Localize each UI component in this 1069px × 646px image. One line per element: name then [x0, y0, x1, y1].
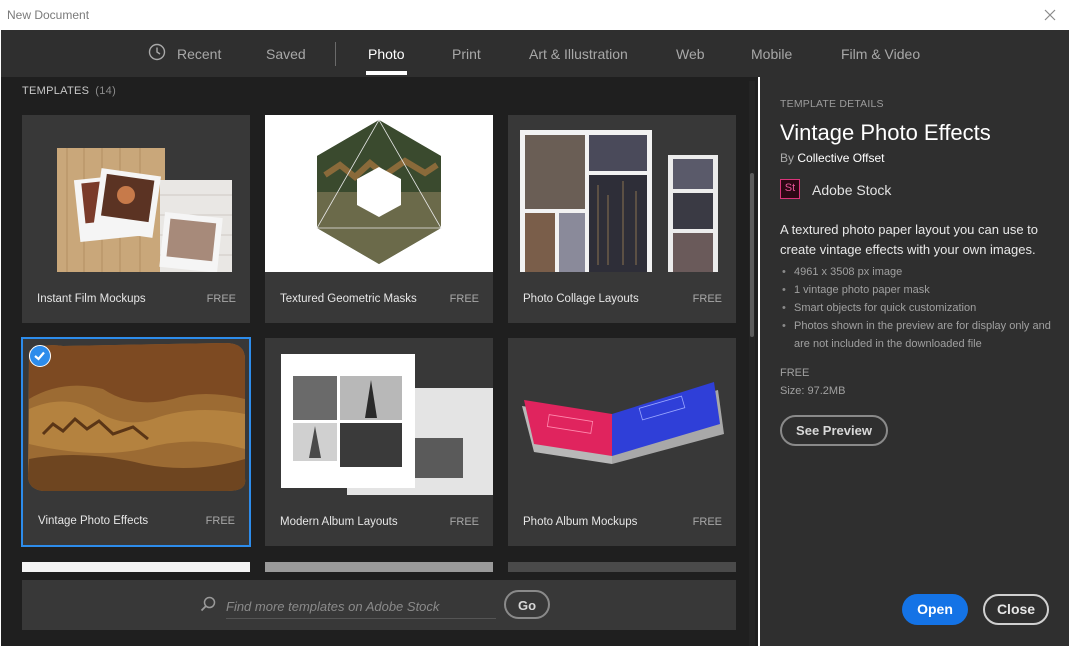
details-title: Vintage Photo Effects — [780, 120, 991, 145]
template-name: Photo Collage Layouts — [523, 293, 639, 305]
window-title: New Document — [7, 8, 90, 22]
template-name: Textured Geometric Masks — [280, 293, 417, 305]
template-price: FREE — [449, 293, 479, 305]
author-name: Collective Offset — [797, 151, 885, 165]
details-price: FREE — [780, 367, 810, 379]
template-card-instant-film[interactable]: Instant Film Mockups FREE — [22, 115, 250, 323]
template-card-partial[interactable] — [22, 562, 250, 572]
stock-search-input[interactable] — [226, 594, 496, 619]
templates-heading-label: TEMPLATES — [22, 85, 90, 97]
adobe-stock-icon: St — [780, 179, 800, 199]
go-button[interactable]: Go — [504, 590, 550, 619]
template-thumbnail — [508, 115, 736, 272]
template-name: Photo Album Mockups — [523, 516, 638, 528]
templates-pane: TEMPLATES (14) Instant Film Mockups FREE — [1, 77, 758, 646]
template-price: FREE — [449, 516, 479, 528]
template-name: Modern Album Layouts — [280, 516, 398, 528]
details-description: A textured photo paper layout you can us… — [780, 222, 1039, 257]
tab-film-video[interactable]: Film & Video — [841, 46, 920, 62]
templates-scrollbar[interactable] — [749, 81, 755, 646]
details-feature-list: 4961 x 3508 px image 1 vintage photo pap… — [780, 263, 1065, 353]
details-size: Size: 97.2MB — [780, 385, 846, 397]
active-tab-indicator — [366, 71, 407, 75]
close-button[interactable]: Close — [983, 594, 1049, 625]
template-card-photo-album[interactable]: Photo Album Mockups FREE — [508, 338, 736, 546]
template-name: Vintage Photo Effects — [38, 515, 149, 527]
selected-checkmark-icon — [29, 345, 51, 367]
feature-item: Photos shown in the preview are for disp… — [780, 317, 1065, 353]
template-price: FREE — [206, 293, 236, 305]
feature-item: 1 vintage photo paper mask — [780, 281, 1065, 299]
template-card-photo-collage[interactable]: Photo Collage Layouts FREE — [508, 115, 736, 323]
tab-print[interactable]: Print — [452, 46, 481, 62]
templates-count: (14) — [95, 85, 117, 97]
stock-search-bar: Go — [22, 580, 736, 630]
template-thumbnail — [22, 115, 250, 272]
template-card-partial[interactable] — [265, 562, 493, 572]
stock-source-label: Adobe Stock — [812, 182, 892, 198]
details-author: By Collective Offset — [780, 151, 885, 165]
tab-divider — [335, 42, 336, 66]
feature-item: 4961 x 3508 px image — [780, 263, 1065, 281]
tab-saved[interactable]: Saved — [266, 46, 306, 62]
details-heading: TEMPLATE DETAILS — [780, 98, 884, 110]
template-card-partial[interactable] — [508, 562, 736, 572]
templates-heading: TEMPLATES (14) — [22, 85, 116, 97]
tab-web[interactable]: Web — [676, 46, 705, 62]
template-thumbnail — [265, 338, 493, 495]
tab-recent[interactable]: Recent — [177, 46, 221, 62]
template-thumbnail — [265, 115, 493, 272]
template-card-geometric-masks[interactable]: Textured Geometric Masks FREE — [265, 115, 493, 323]
template-price: FREE — [692, 293, 722, 305]
close-icon[interactable] — [1041, 6, 1059, 24]
template-card-modern-album[interactable]: Modern Album Layouts FREE — [265, 338, 493, 546]
author-prefix: By — [780, 151, 795, 165]
scrollbar-thumb[interactable] — [750, 173, 754, 337]
template-details-pane: TEMPLATE DETAILS Vintage Photo Effects B… — [760, 77, 1069, 646]
see-preview-button[interactable]: See Preview — [780, 415, 888, 446]
template-price: FREE — [692, 516, 722, 528]
clock-icon — [148, 43, 166, 61]
search-icon — [200, 596, 216, 612]
tab-photo[interactable]: Photo — [368, 46, 405, 62]
title-bar: New Document — [0, 0, 1069, 30]
open-button[interactable]: Open — [902, 594, 968, 625]
tab-mobile[interactable]: Mobile — [751, 46, 792, 62]
tab-art-illustration[interactable]: Art & Illustration — [529, 46, 628, 62]
template-card-vintage-photo[interactable]: Vintage Photo Effects FREE — [21, 337, 251, 547]
template-thumbnail — [508, 338, 736, 495]
template-thumbnail — [23, 339, 249, 494]
feature-item: Smart objects for quick customization — [780, 299, 1065, 317]
template-price: FREE — [205, 515, 235, 527]
template-name: Instant Film Mockups — [37, 293, 146, 305]
